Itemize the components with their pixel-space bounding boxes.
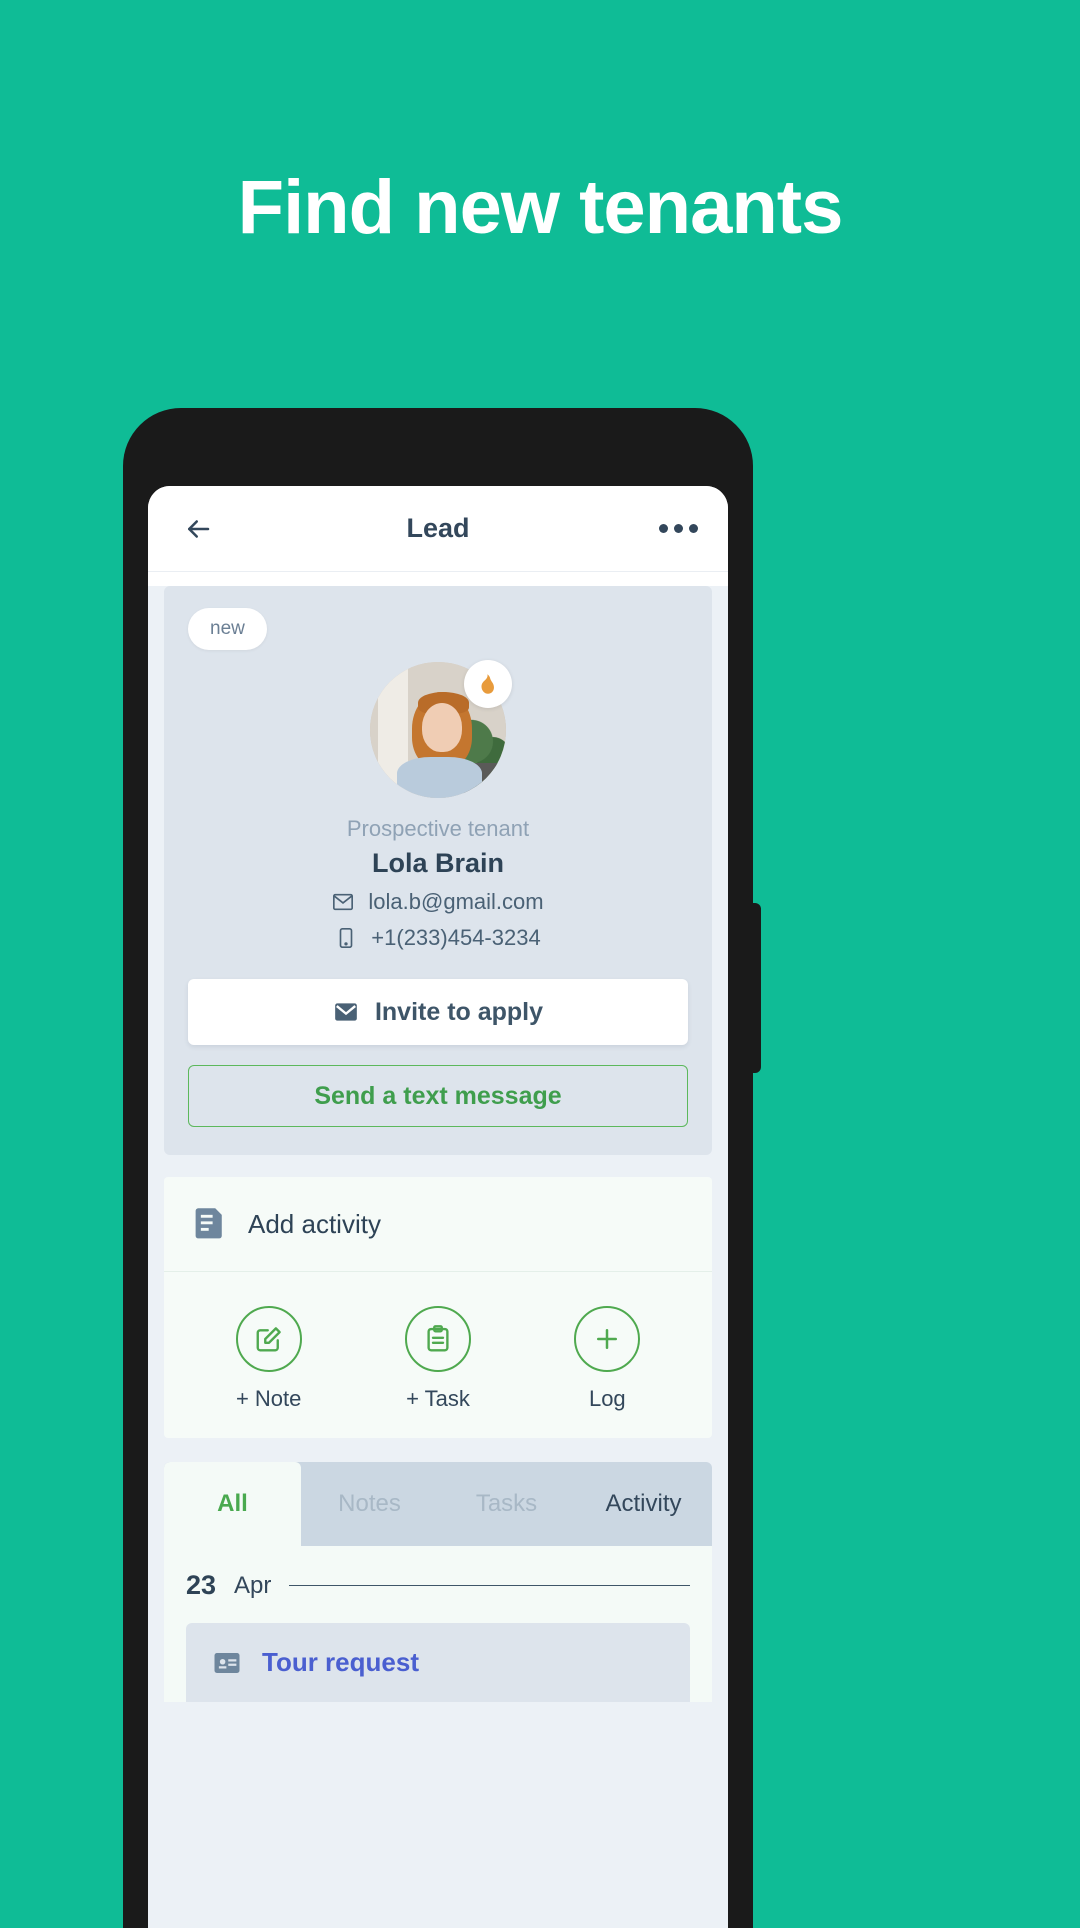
lead-phone-row[interactable]: +1(233)454-3234 (188, 925, 688, 951)
phone-screen: Lead new Prospective tenant Lola Brain l… (148, 486, 728, 1928)
plus-circle-icon (597, 1329, 618, 1349)
tab-notes[interactable]: Notes (301, 1462, 438, 1546)
add-task-button[interactable]: + Task (404, 1306, 471, 1412)
envelope-icon (333, 893, 354, 911)
quick-actions-row: + Note + Task Log (164, 1272, 712, 1438)
tab-all[interactable]: All (164, 1462, 301, 1546)
document-icon (195, 1208, 222, 1239)
envelope-filled-icon (335, 1003, 357, 1021)
activity-timeline: 23 Apr Tour request (164, 1546, 712, 1702)
activity-tabs: All Notes Tasks Activity (164, 1462, 712, 1546)
back-arrow-icon[interactable] (178, 509, 218, 549)
lead-phone: +1(233)454-3234 (371, 925, 541, 950)
page-title: Find new tenants (237, 165, 844, 250)
note-edit-icon (256, 1327, 281, 1352)
phone-frame: Lead new Prospective tenant Lola Brain l… (123, 408, 761, 1928)
app-header: Lead (148, 486, 728, 572)
add-task-label: + Task (406, 1386, 470, 1411)
activity-tabs-section: All Notes Tasks Activity 23 Apr Tour req… (164, 1462, 712, 1702)
invite-to-apply-label: Invite to apply (374, 997, 544, 1026)
status-badge: new (188, 608, 267, 650)
log-label: Log (588, 1386, 626, 1411)
tab-tasks[interactable]: Tasks (438, 1462, 575, 1546)
clipboard-icon (427, 1325, 449, 1352)
lead-name: Lola Brain (371, 848, 505, 878)
avatar (370, 660, 512, 798)
send-text-message-button[interactable]: Send a text message (188, 1065, 688, 1127)
screen-scroll-area: new Prospective tenant Lola Brain lola.b… (148, 586, 728, 1928)
add-note-button[interactable]: + Note (235, 1306, 302, 1412)
contact-card-icon (214, 1652, 240, 1673)
invite-to-apply-button[interactable]: Invite to apply (188, 979, 688, 1045)
flame-icon (464, 660, 512, 708)
mobile-icon (339, 928, 353, 948)
timeline-date-day: 23 (186, 1570, 217, 1600)
lead-email: lola.b@gmail.com (368, 889, 544, 914)
lead-profile-card: new Prospective tenant Lola Brain lola.b… (164, 586, 712, 1155)
add-activity-header[interactable]: Add activity (164, 1177, 712, 1272)
timeline-date-divider: 23 Apr (186, 1570, 690, 1601)
timeline-divider-line (289, 1585, 690, 1586)
timeline-entry[interactable]: Tour request (186, 1623, 690, 1702)
tab-activity[interactable]: Activity (575, 1462, 712, 1546)
log-button[interactable]: Log (574, 1306, 641, 1412)
lead-role: Prospective tenant (346, 816, 530, 841)
add-activity-label: Add activity (248, 1208, 381, 1239)
app-title: Lead (406, 513, 470, 543)
add-note-label: + Note (235, 1386, 302, 1411)
timeline-entry-title: Tour request (262, 1647, 419, 1677)
timeline-date-month: Apr (234, 1571, 272, 1599)
send-text-message-label: Send a text message (314, 1081, 562, 1110)
add-activity-card: Add activity + Note + Task Log (164, 1177, 712, 1438)
more-horizontal-icon[interactable] (659, 524, 698, 533)
phone-side-button (749, 903, 761, 1073)
lead-email-row[interactable]: lola.b@gmail.com (188, 889, 688, 915)
